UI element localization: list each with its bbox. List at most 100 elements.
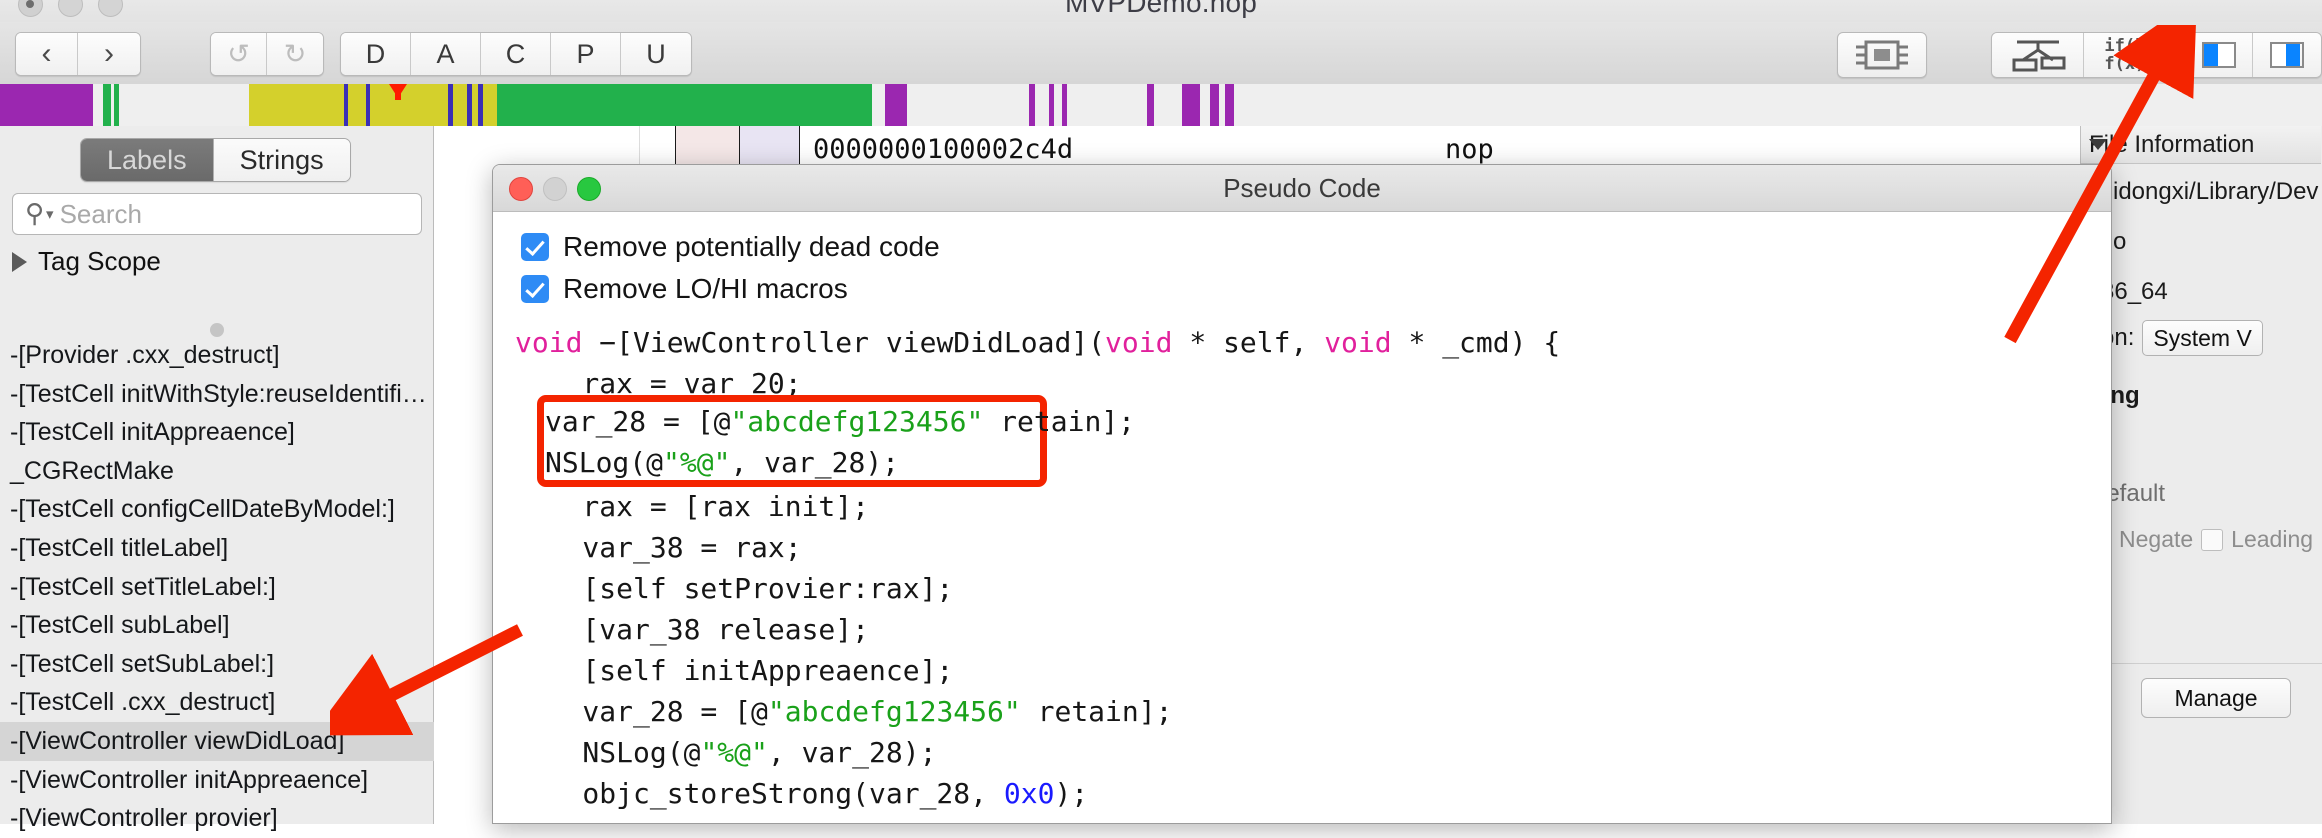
symbol-list-item[interactable]: -[ViewController initAppreaence] (0, 761, 434, 800)
control-flow-graph-button[interactable] (1992, 33, 2084, 77)
navigation-button-group[interactable]: ‹ › (15, 32, 141, 76)
disassembly-mnemonic: nop (1445, 134, 1494, 165)
code-token: * self, (1172, 326, 1325, 359)
code-token: "%@" (700, 736, 768, 769)
colorstrip-segment (1147, 84, 1154, 126)
toggle-right-panel-button[interactable] (2253, 33, 2321, 77)
colorstrip-segment (1200, 84, 1210, 126)
colorstrip-position-marker (389, 84, 407, 100)
search-scope-chevron-down-icon[interactable]: ▾ (46, 205, 54, 223)
tab-labels[interactable]: Labels (81, 139, 214, 181)
inspector-disclosure-triangle-icon[interactable] (2089, 139, 2107, 150)
remove-lohi-macros-checkbox[interactable] (521, 275, 549, 303)
toggle-left-panel-button[interactable] (2185, 33, 2253, 77)
code-token: "abcdefg123456" (730, 405, 984, 438)
code-token: objc_storeStrong(var_28, (515, 777, 1004, 810)
symbol-list[interactable]: -[Provider .cxx_destruct] -[TestCell init… (0, 336, 434, 838)
pseudocode-icon-line1: if(b) (2104, 36, 2156, 56)
colorstrip-segment (872, 84, 885, 126)
code-token: "abcdefg123456" (767, 695, 1021, 728)
symbol-list-item[interactable]: -[TestCell configCellDateByModel:] (0, 490, 434, 529)
colorstrip-segment (1225, 84, 1234, 126)
colorstrip-segment (370, 84, 448, 126)
file-map-colorstrip[interactable] (0, 84, 2322, 126)
option-remove-lohi-macros[interactable]: Remove LO/HI macros (521, 268, 2111, 310)
symbol-list-item[interactable]: -[Provider .cxx_destruct] (0, 336, 434, 375)
redo-icon[interactable]: ↻ (267, 33, 323, 75)
option-remove-dead-code[interactable]: Remove potentially dead code (521, 226, 2111, 268)
code-token: "%@" (663, 446, 731, 479)
symbol-list-item[interactable]: -[ViewController viewDidLoad] (0, 721, 434, 761)
mode-button-c[interactable]: C (481, 33, 551, 75)
symbol-list-item[interactable]: -[TestCell initAppreaence] (0, 413, 434, 452)
colorstrip-segment (1154, 84, 1182, 126)
pseudo-code-text[interactable]: void −[ViewController viewDidLoad](void … (493, 316, 2111, 823)
sidebar-search-field[interactable]: ⚲ ▾ Search (12, 193, 422, 235)
code-line: [self setProvier:rax]; (515, 568, 2111, 609)
colorstrip-segment (885, 84, 907, 126)
colorstrip-segment (93, 84, 103, 126)
tag-scope-disclosure[interactable]: Tag Scope (12, 246, 161, 277)
colorstrip-segment (907, 84, 1029, 126)
mode-button-a[interactable]: A (411, 33, 481, 75)
code-line: NSLog(@"%@", var_28); (515, 732, 2111, 773)
code-token: return (582, 818, 683, 823)
remove-dead-code-checkbox[interactable] (521, 233, 549, 261)
forward-icon[interactable]: › (78, 33, 140, 75)
code-token: NSLog(@ (515, 736, 701, 769)
inspector-calling-convention-select[interactable]: System V (2142, 320, 2263, 356)
manage-button[interactable]: Manage (2141, 678, 2291, 718)
inspector-negate-checkbox-row[interactable]: Negate Leading (2081, 526, 2322, 553)
leading-checkbox[interactable] (2201, 528, 2224, 551)
inspector-format: …o (2081, 228, 2322, 256)
left-sidebar: Labels Strings ⚲ ▾ Search Tag Scope -[Pr… (0, 126, 434, 832)
tab-strings[interactable]: Strings (213, 139, 350, 181)
search-placeholder: Search (59, 198, 142, 229)
disclosure-triangle-icon[interactable] (12, 251, 27, 272)
code-token: −[ViewController viewDidLoad]( (582, 326, 1106, 359)
window-title: MVPDemo.hop (1064, 0, 1258, 18)
symbol-list-item[interactable]: -[TestCell setTitleLabel:] (0, 568, 434, 607)
view-mode-button-group[interactable]: if(b) f(x); (1991, 32, 2177, 78)
code-token: [self initAppreaence]; (515, 654, 954, 687)
code-token: void (515, 326, 583, 359)
pseudo-code-button[interactable]: if(b) f(x); (2084, 33, 2176, 77)
symbol-list-item[interactable]: -[TestCell subLabel] (0, 606, 434, 645)
inspector-arch: x86_64 (2089, 278, 2168, 305)
code-token: ; (684, 818, 701, 823)
file-information-section-header[interactable]: File Information (2081, 126, 2321, 164)
pseudo-code-window-title: Pseudo Code (1223, 173, 1381, 203)
sidebar-tab-group[interactable]: Labels Strings (80, 138, 351, 182)
symbol-list-item[interactable]: -[TestCell titleLabel] (0, 529, 434, 568)
pseudo-code-titlebar: Pseudo Code (493, 165, 2111, 212)
colorstrip-segment (1035, 84, 1049, 126)
remove-lohi-macros-label: Remove LO/HI macros (563, 273, 848, 304)
symbol-list-item[interactable]: _CGRectMake (0, 452, 434, 491)
undo-icon[interactable]: ↺ (211, 33, 267, 75)
code-token: * _cmd) { (1391, 326, 1561, 359)
symbol-list-item[interactable]: -[TestCell setSubLabel:] (0, 645, 434, 684)
colorstrip-segment (103, 84, 111, 126)
symbol-list-item[interactable]: -[ViewController provier] (0, 799, 434, 838)
code-token: , var_28); (767, 736, 937, 769)
symbol-list-item[interactable]: -[TestCell .cxx_destruct] (0, 683, 434, 722)
mode-button-group[interactable]: D A C P U (340, 32, 692, 76)
symbol-list-item[interactable]: -[TestCell initWithStyle:reuseIdentifi… (0, 375, 434, 414)
code-line: objc_storeStrong(var_28, 0x0); (515, 773, 2111, 814)
back-icon[interactable]: ‹ (16, 33, 78, 75)
code-line: [var_38 release]; (515, 609, 2111, 650)
undo-redo-button-group[interactable]: ↺ ↻ (210, 32, 324, 76)
code-token: ); (1054, 777, 1089, 810)
pseudo-code-options: Remove potentially dead code Remove LO/H… (493, 212, 2111, 316)
mode-button-d[interactable]: D (341, 33, 411, 75)
cpu-chip-button[interactable] (1837, 32, 1927, 78)
mode-button-p[interactable]: P (551, 33, 621, 75)
pseudocode-icon-line2: f(x); (2104, 54, 2156, 74)
mode-button-u[interactable]: U (621, 33, 691, 75)
panel-right-icon (2270, 42, 2304, 68)
colorstrip-segment (497, 84, 872, 126)
sidebar-split-handle[interactable] (210, 323, 224, 337)
pseudo-code-window[interactable]: Pseudo Code Remove potentially dead code… (492, 164, 2112, 824)
panel-toggle-button-group[interactable] (2184, 32, 2322, 78)
